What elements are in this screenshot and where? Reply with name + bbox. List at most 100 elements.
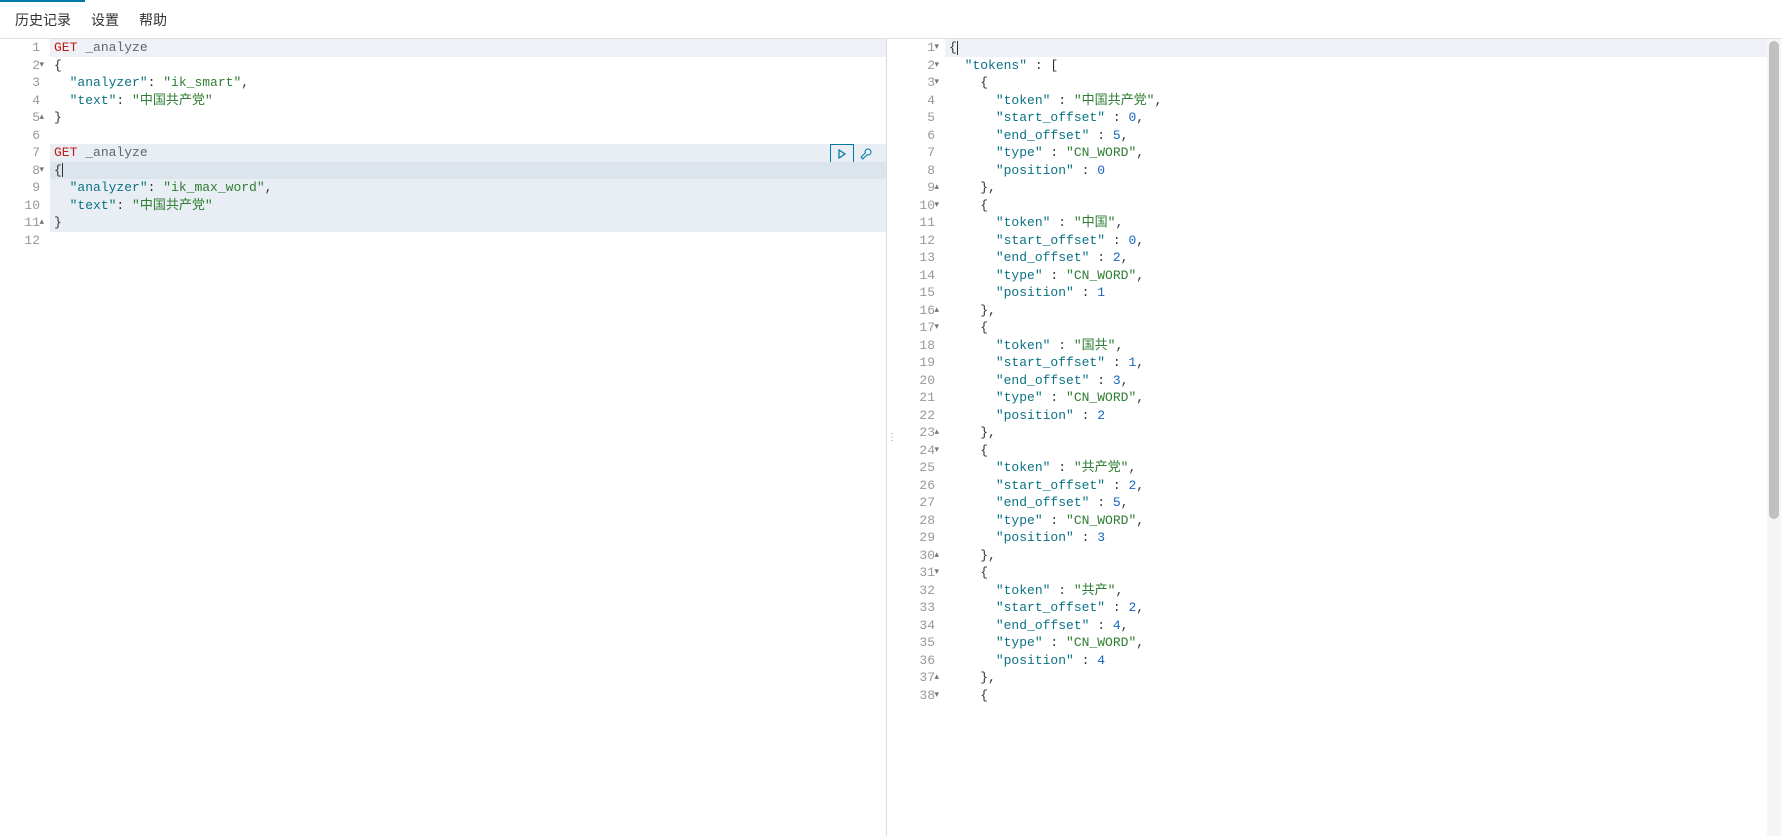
code-line: "end_offset" : 5, — [945, 127, 1781, 145]
fold-icon[interactable]: ▾ — [934, 74, 939, 92]
line-number: 9▴ — [895, 179, 935, 197]
code-line: "type" : "CN_WORD", — [945, 144, 1781, 162]
response-content: { "tokens" : [ { "token" : "中国共产党", "sta… — [945, 39, 1781, 704]
code-line: "end_offset" : 3, — [945, 372, 1781, 390]
fold-icon[interactable]: ▾ — [39, 57, 44, 75]
fold-icon[interactable]: ▾ — [934, 687, 939, 705]
code-line: "type" : "CN_WORD", — [945, 389, 1781, 407]
line-number: 5 — [895, 109, 935, 127]
fold-icon[interactable]: ▴ — [39, 109, 44, 127]
fold-icon[interactable]: ▴ — [934, 424, 939, 442]
line-number: 21 — [895, 389, 935, 407]
code-line: "position" : 0 — [945, 162, 1781, 180]
code-line: "position" : 4 — [945, 652, 1781, 670]
code-line[interactable]: { — [50, 162, 886, 180]
code-line: "position" : 3 — [945, 529, 1781, 547]
line-number: 1▾ — [895, 39, 935, 57]
code-line[interactable]: { — [50, 57, 886, 75]
fold-icon[interactable]: ▾ — [934, 564, 939, 582]
fold-icon[interactable]: ▾ — [934, 197, 939, 215]
menu-help[interactable]: 帮助 — [139, 10, 167, 30]
line-number: 6 — [0, 127, 40, 145]
code-line[interactable]: "text": "中国共产党" — [50, 197, 886, 215]
code-line[interactable]: "analyzer": "ik_smart", — [50, 74, 886, 92]
menu-history[interactable]: 历史记录 — [15, 10, 71, 30]
request-editor[interactable]: 12▾345▴678▾91011▴12 GET _analyze{ "analy… — [0, 39, 887, 836]
code-line[interactable] — [50, 127, 886, 145]
request-content[interactable]: GET _analyze{ "analyzer": "ik_smart", "t… — [50, 39, 886, 249]
fold-icon[interactable]: ▾ — [934, 57, 939, 75]
pane-splitter[interactable]: ⋮ — [887, 39, 895, 836]
code-line: "start_offset" : 0, — [945, 109, 1781, 127]
line-number: 12 — [895, 232, 935, 250]
fold-icon[interactable]: ▴ — [934, 547, 939, 565]
code-line: "token" : "共产党", — [945, 459, 1781, 477]
line-number: 25 — [895, 459, 935, 477]
line-number: 5▴ — [0, 109, 40, 127]
line-number: 30▴ — [895, 547, 935, 565]
code-line: }, — [945, 547, 1781, 565]
code-line: "type" : "CN_WORD", — [945, 634, 1781, 652]
line-number: 28 — [895, 512, 935, 530]
line-number: 23▴ — [895, 424, 935, 442]
line-number: 10 — [0, 197, 40, 215]
request-gutter: 12▾345▴678▾91011▴12 — [0, 39, 50, 249]
code-line: "token" : "共产", — [945, 582, 1781, 600]
code-line[interactable] — [50, 232, 886, 250]
line-number: 31▾ — [895, 564, 935, 582]
code-line[interactable]: GET _analyze — [50, 144, 886, 162]
code-line[interactable]: "analyzer": "ik_max_word", — [50, 179, 886, 197]
response-gutter: 1▾2▾3▾456789▴10▾111213141516▴17▾18192021… — [895, 39, 945, 704]
line-number: 2▾ — [0, 57, 40, 75]
line-number: 14 — [895, 267, 935, 285]
line-number: 3 — [0, 74, 40, 92]
line-number: 38▾ — [895, 687, 935, 705]
line-number: 7 — [895, 144, 935, 162]
code-line: { — [945, 319, 1781, 337]
line-number: 19 — [895, 354, 935, 372]
code-line[interactable]: "text": "中国共产党" — [50, 92, 886, 110]
code-line[interactable]: GET _analyze — [50, 39, 886, 57]
code-line: "position" : 1 — [945, 284, 1781, 302]
line-number: 3▾ — [895, 74, 935, 92]
line-number: 34 — [895, 617, 935, 635]
code-line: "type" : "CN_WORD", — [945, 267, 1781, 285]
code-line: "type" : "CN_WORD", — [945, 512, 1781, 530]
code-line: "start_offset" : 1, — [945, 354, 1781, 372]
code-line[interactable]: } — [50, 109, 886, 127]
line-number: 37▴ — [895, 669, 935, 687]
code-line: { — [945, 564, 1781, 582]
line-number: 9 — [0, 179, 40, 197]
line-number: 4 — [895, 92, 935, 110]
line-number: 35 — [895, 634, 935, 652]
line-number: 8▾ — [0, 162, 40, 180]
line-number: 6 — [895, 127, 935, 145]
line-number: 11 — [895, 214, 935, 232]
code-line[interactable]: } — [50, 214, 886, 232]
fold-icon[interactable]: ▴ — [934, 179, 939, 197]
line-number: 36 — [895, 652, 935, 670]
code-line: "start_offset" : 0, — [945, 232, 1781, 250]
cursor — [957, 41, 958, 55]
line-number: 29 — [895, 529, 935, 547]
fold-icon[interactable]: ▴ — [39, 214, 44, 232]
code-line: { — [945, 442, 1781, 460]
scrollbar[interactable] — [1767, 39, 1781, 836]
code-line: { — [945, 39, 1781, 57]
scroll-thumb[interactable] — [1769, 41, 1779, 519]
fold-icon[interactable]: ▾ — [39, 162, 44, 180]
fold-icon[interactable]: ▾ — [934, 442, 939, 460]
fold-icon[interactable]: ▾ — [934, 319, 939, 337]
menu-settings[interactable]: 设置 — [91, 10, 119, 30]
fold-icon[interactable]: ▴ — [934, 302, 939, 320]
fold-icon[interactable]: ▴ — [934, 669, 939, 687]
code-line: "token" : "国共", — [945, 337, 1781, 355]
code-line: "end_offset" : 4, — [945, 617, 1781, 635]
line-number: 22 — [895, 407, 935, 425]
line-number: 17▾ — [895, 319, 935, 337]
line-number: 11▴ — [0, 214, 40, 232]
response-viewer[interactable]: 1▾2▾3▾456789▴10▾111213141516▴17▾18192021… — [895, 39, 1781, 836]
fold-icon[interactable]: ▾ — [934, 39, 939, 57]
code-line: "start_offset" : 2, — [945, 477, 1781, 495]
cursor — [62, 163, 63, 177]
